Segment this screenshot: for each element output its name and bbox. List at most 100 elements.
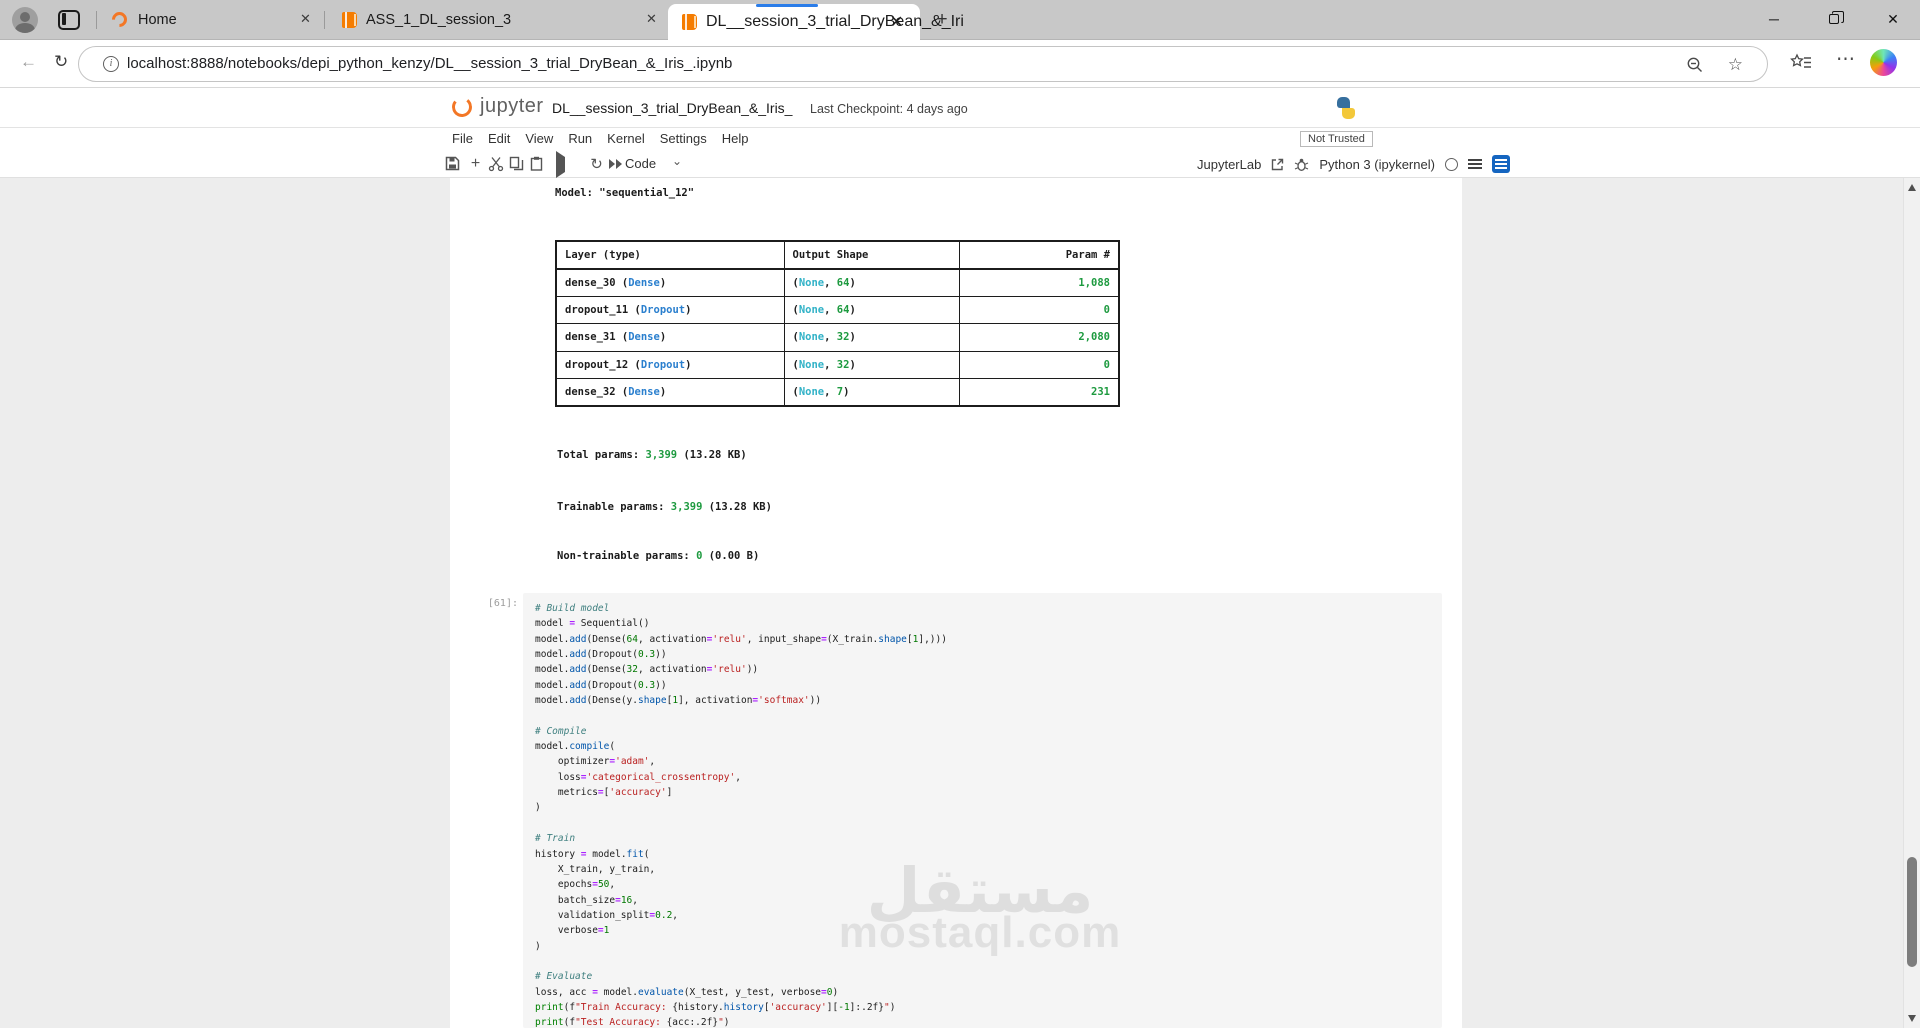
menu-item-settings[interactable]: Settings (660, 131, 707, 146)
copilot-icon[interactable] (1870, 49, 1897, 76)
table-cell: (None, 64) (783, 295, 960, 324)
code-token: ) (843, 386, 850, 398)
minimize-button[interactable]: ─ (1751, 0, 1797, 38)
table-cell: dropout_12 (Dropout) (555, 350, 785, 379)
code-token: , (824, 386, 837, 398)
close-icon[interactable]: ✕ (890, 12, 903, 32)
scrollbar-thumb[interactable] (1907, 857, 1917, 967)
code-editor[interactable]: # Build model model = Sequential() model.a… (535, 601, 947, 1028)
menu-item-run[interactable]: Run (568, 131, 592, 146)
code-token: print (535, 1017, 564, 1028)
code-token: 0.3 (637, 649, 656, 661)
code-token: ], activation (678, 695, 753, 707)
code-token: )) (809, 695, 822, 707)
code-token: Dropout (640, 358, 686, 371)
favorites-bar-icon[interactable] (1790, 53, 1812, 73)
code-token: ( (609, 741, 616, 753)
menu-item-file[interactable]: File (452, 131, 473, 146)
stop-kernel-icon[interactable] (569, 156, 586, 173)
debugger-bug-icon[interactable] (1294, 157, 1309, 172)
code-token: add (569, 695, 587, 707)
code-token: (Dense( (586, 633, 627, 645)
code-token: dense_32 ( (565, 386, 629, 398)
close-icon[interactable]: ✕ (300, 11, 311, 27)
menu-icon[interactable] (1467, 159, 1482, 169)
code-token: batch_size (535, 894, 616, 906)
code-token: add (569, 679, 587, 691)
back-icon[interactable]: ← (20, 52, 37, 72)
chevron-down-icon[interactable]: ⌄ (672, 154, 682, 168)
table-of-contents-icon[interactable] (1491, 155, 1510, 173)
code-line: ) (535, 939, 947, 954)
code-line: # Build model (535, 601, 947, 616)
code-token: ) (849, 358, 856, 371)
jupyter-logo-icon[interactable] (451, 96, 473, 118)
code-token: (Dense(y. (586, 695, 638, 707)
jupyterlab-link[interactable]: JupyterLab (1197, 157, 1261, 172)
code-token: ) (659, 386, 667, 398)
paste-cell-icon[interactable] (529, 156, 546, 173)
menu-item-view[interactable]: View (525, 131, 553, 146)
code-token: {history. (672, 1001, 724, 1013)
tab-actions-icon[interactable] (58, 10, 80, 30)
tab-active-notebook[interactable]: DL__session_3_trial_DryBean_&_Iri ✕ (668, 4, 964, 40)
cell-type-select[interactable]: Code (625, 156, 656, 171)
notebook-title[interactable]: DL__session_3_trial_DryBean_&_Iris_ (552, 100, 792, 116)
favorite-star-icon[interactable]: ☆ (1728, 55, 1743, 75)
cut-cell-icon[interactable] (488, 156, 505, 173)
code-token: (X_test, y_test, verbose (683, 986, 822, 998)
code-token: verbose (535, 925, 598, 937)
table-row: dense_32 (Dense) (None, 7) 231 (555, 378, 1120, 407)
restart-run-all-icon[interactable] (607, 156, 624, 173)
code-token: model. (586, 848, 627, 860)
scroll-up-icon[interactable] (1908, 184, 1916, 191)
code-line: loss, acc = model.evaluate(X_test, y_tes… (535, 985, 947, 1000)
vertical-scrollbar[interactable] (1903, 178, 1920, 1028)
url-text[interactable]: localhost:8888/notebooks/depi_python_ken… (127, 55, 732, 72)
menu-item-kernel[interactable]: Kernel (607, 131, 645, 146)
restart-kernel-icon[interactable]: ↻ (588, 156, 605, 173)
code-token: 'relu' (712, 664, 747, 676)
code-token: loss, acc (535, 986, 593, 998)
close-icon[interactable]: ✕ (646, 11, 657, 27)
external-link-icon (1272, 158, 1284, 170)
code-token: fit (626, 848, 644, 860)
zoom-indicator-icon[interactable] (1686, 56, 1704, 74)
code-token: , (632, 894, 638, 906)
code-token: "Test Accuracy: (575, 1017, 667, 1028)
code-token: ) (535, 802, 541, 814)
site-info-icon[interactable]: i (103, 56, 119, 72)
code-token: Dense (628, 386, 660, 398)
notebook-scroll-area[interactable]: Model: "sequential_12" Layer (type) Outp… (0, 178, 1920, 1028)
copy-cell-icon[interactable] (509, 156, 526, 173)
menu-item-edit[interactable]: Edit (488, 131, 510, 146)
code-token: , (672, 909, 679, 921)
code-token: , (824, 358, 837, 371)
checkpoint-status: Last Checkpoint: 4 days ago (810, 102, 968, 116)
code-token: 0 (1103, 358, 1110, 371)
code-token: 3,399 (670, 501, 703, 513)
restore-button[interactable] (1812, 0, 1858, 38)
menu-item-help[interactable]: Help (722, 131, 749, 146)
url-field[interactable]: i localhost:8888/notebooks/depi_python_k… (78, 46, 1768, 82)
new-tab-button[interactable]: + (930, 8, 954, 32)
scroll-down-icon[interactable] (1908, 1015, 1916, 1022)
more-menu-icon[interactable]: ⋯ (1836, 48, 1855, 71)
tab-ass1[interactable]: ASS_1_DL_session_3 ✕ (328, 0, 666, 40)
tab-home[interactable]: Home ✕ (100, 0, 320, 40)
table-cell: (None, 32) (783, 323, 960, 352)
refresh-icon[interactable]: ↻ (54, 52, 68, 72)
jupyter-brand[interactable]: jupyter (480, 95, 544, 118)
code-token: -1 (838, 1001, 850, 1013)
save-icon[interactable] (445, 156, 462, 173)
close-window-button[interactable]: ✕ (1870, 0, 1916, 38)
profile-avatar[interactable] (12, 7, 38, 33)
code-token: , (824, 331, 837, 344)
code-line: history = model.fit( (535, 847, 947, 862)
code-line: metrics=['accuracy'] (535, 785, 947, 800)
add-cell-icon[interactable]: + (467, 156, 484, 173)
run-cell-icon[interactable] (550, 151, 567, 178)
kernel-name[interactable]: Python 3 (ipykernel) (1319, 157, 1435, 172)
table-cell: dense_32 (Dense) (555, 378, 785, 407)
not-trusted-button[interactable]: Not Trusted (1300, 131, 1373, 147)
